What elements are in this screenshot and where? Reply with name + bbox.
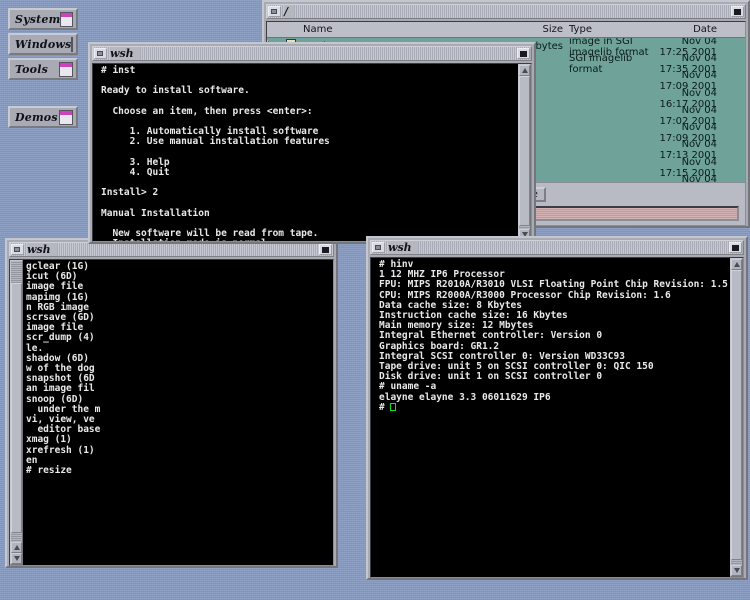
scroll-down-arrow-icon[interactable] — [731, 565, 742, 576]
column-header-date[interactable]: Date — [659, 24, 745, 35]
toolchest-glyph-icon — [71, 37, 73, 52]
left-terminal-scrollbar[interactable] — [10, 260, 23, 565]
toolchest-label: Windows — [10, 38, 71, 51]
column-header-name[interactable]: Name — [301, 24, 453, 35]
hinv-terminal-scrollbar[interactable] — [730, 258, 743, 577]
maximize-icon[interactable] — [731, 6, 744, 17]
install-terminal-screen[interactable]: # inst Ready to install software. Choose… — [93, 64, 518, 241]
hinv-terminal-window[interactable]: wsh # hinv 1 12 MHZ IP6 Processor FPU: M… — [366, 236, 748, 580]
titlebar-filler — [140, 47, 517, 60]
scroll-up-arrow-icon[interactable] — [731, 259, 742, 270]
toolchest-item-demos[interactable]: Demos — [8, 106, 78, 128]
titlebar-filler — [294, 5, 731, 18]
left-terminal-titlebar[interactable]: wsh — [9, 242, 334, 257]
left-terminal-body: gclear (1G) icut (6D) image file mapimg … — [9, 259, 334, 566]
toolchest-item-windows[interactable]: Windows — [8, 33, 78, 55]
toolchest-glyph-icon — [59, 62, 73, 77]
left-terminal-text: gclear (1G) icut (6D) image file mapimg … — [26, 261, 140, 565]
install-terminal-body: # inst Ready to install software. Choose… — [92, 63, 532, 242]
titlebar-filler — [418, 241, 729, 254]
scrollbar-thumb[interactable] — [11, 283, 22, 533]
column-header-type[interactable]: Type — [569, 24, 659, 35]
install-terminal-titlebar[interactable]: wsh — [92, 46, 532, 61]
maximize-icon[interactable] — [319, 244, 332, 255]
toolchest-label: Demos — [10, 111, 59, 124]
hinv-terminal-titlebar[interactable]: wsh — [370, 240, 744, 255]
file-manager-title: / — [284, 5, 294, 18]
scrollbar-thumb[interactable] — [519, 76, 530, 226]
left-terminal-title: wsh — [27, 243, 57, 256]
scrollbar-track[interactable] — [11, 261, 22, 542]
hinv-terminal-screen[interactable]: # hinv 1 12 MHZ IP6 Processor FPU: MIPS … — [371, 258, 730, 577]
toolchest-glyph-icon — [60, 12, 73, 27]
install-terminal-scrollbar[interactable] — [518, 64, 531, 241]
toolchest-item-system[interactable]: System — [8, 8, 78, 30]
install-terminal-title: wsh — [110, 47, 140, 60]
scroll-up-arrow-icon[interactable] — [11, 542, 22, 553]
left-terminal-window[interactable]: wsh gclear (1G) icut (6D) image file map… — [5, 238, 338, 568]
install-terminal-window[interactable]: wsh # inst Ready to install software. Ch… — [88, 42, 536, 244]
left-terminal-screen[interactable]: gclear (1G) icut (6D) image file mapimg … — [23, 260, 333, 565]
scroll-down-arrow-icon[interactable] — [11, 553, 22, 564]
toolchest-label: Tools — [10, 63, 59, 76]
scrollbar-thumb[interactable] — [731, 270, 742, 560]
hinv-terminal-body: # hinv 1 12 MHZ IP6 Processor FPU: MIPS … — [370, 257, 744, 578]
maximize-icon[interactable] — [517, 48, 530, 59]
window-menu-icon[interactable] — [268, 6, 281, 17]
window-menu-icon[interactable] — [94, 48, 107, 59]
install-terminal-text: # inst Ready to install software. Choose… — [101, 65, 398, 241]
file-manager-titlebar[interactable]: / — [266, 4, 746, 19]
scroll-up-arrow-icon[interactable] — [519, 65, 530, 76]
text-cursor — [390, 403, 396, 411]
maximize-icon[interactable] — [729, 242, 742, 253]
file-date: Nov 04 15:42 2001 — [659, 174, 745, 182]
scrollbar-track[interactable] — [731, 270, 742, 565]
hinv-terminal-title: wsh — [388, 241, 418, 254]
file-list-header: Name Size Type Date — [267, 22, 745, 38]
titlebar-filler — [57, 243, 319, 256]
toolchest-glyph-icon — [59, 110, 73, 125]
column-header-size[interactable]: Size — [453, 24, 569, 35]
scrollbar-track[interactable] — [519, 76, 530, 229]
window-menu-icon[interactable] — [372, 242, 385, 253]
toolchest-item-tools[interactable]: Tools — [8, 58, 78, 80]
hinv-terminal-text: # hinv 1 12 MHZ IP6 Processor FPU: MIPS … — [379, 259, 728, 413]
toolchest-label: System — [10, 13, 60, 26]
window-menu-icon[interactable] — [11, 244, 24, 255]
